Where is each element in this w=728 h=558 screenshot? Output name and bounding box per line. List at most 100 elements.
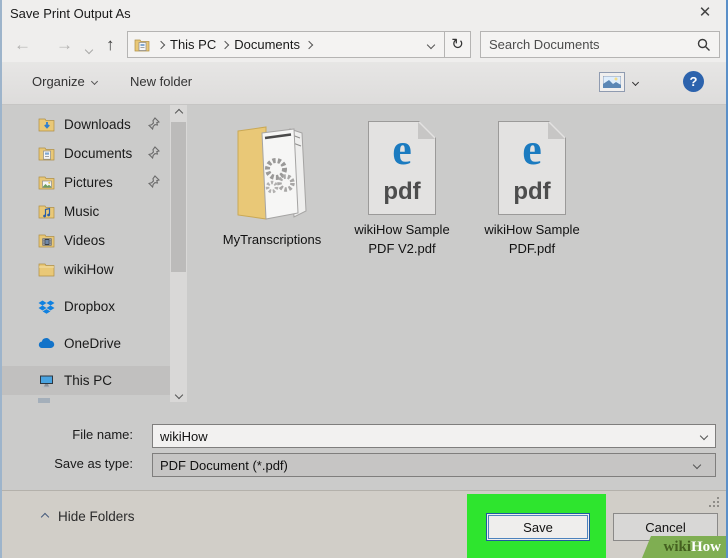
sidebar-item-label: OneDrive bbox=[64, 336, 121, 351]
file-name-line2: PDF.pdf bbox=[467, 240, 597, 259]
folder-videos-icon bbox=[38, 233, 55, 249]
save-dialog-window: Save Print Output As ✕ ← → ↑ This PC Doc… bbox=[0, 0, 728, 558]
breadcrumb-this-pc[interactable]: This PC bbox=[164, 37, 222, 52]
organize-chevron-icon bbox=[91, 78, 98, 85]
sidebar-item-music[interactable]: Music bbox=[2, 197, 170, 226]
folder-pictures-icon bbox=[38, 175, 55, 191]
save-as-type-value: PDF Document (*.pdf) bbox=[160, 458, 288, 473]
sidebar-item-documents[interactable]: Documents bbox=[2, 139, 170, 168]
hide-folders-label: Hide Folders bbox=[58, 509, 135, 524]
file-name: MyTranscriptions bbox=[207, 231, 337, 250]
sidebar-item-videos[interactable]: Videos bbox=[2, 226, 170, 255]
change-view-button[interactable] bbox=[599, 72, 638, 92]
pin-icon bbox=[148, 175, 160, 188]
organize-button[interactable]: Organize bbox=[32, 74, 97, 89]
file-name-input[interactable] bbox=[153, 429, 701, 444]
dropbox-icon bbox=[38, 299, 55, 315]
folder-download-icon bbox=[38, 117, 55, 133]
search-input[interactable] bbox=[481, 37, 697, 52]
file-name-line1: wikiHow Sample bbox=[337, 221, 467, 240]
pdf-file-icon: e pdf bbox=[368, 121, 436, 215]
sidebar-item-label: Music bbox=[64, 204, 99, 219]
navigation-bar: ← → ↑ This PC Documents ↻ bbox=[2, 28, 726, 62]
address-folder-icon bbox=[134, 38, 150, 52]
address-bar[interactable]: This PC Documents bbox=[127, 31, 445, 58]
sidebar-item-this-pc[interactable]: This PC bbox=[2, 366, 170, 395]
sidebar-item-label: This PC bbox=[64, 373, 112, 388]
breadcrumb-separator-icon bbox=[305, 40, 313, 48]
save-button[interactable]: Save bbox=[486, 513, 590, 541]
folder-plain-icon bbox=[38, 262, 55, 278]
sidebar-item-label: Downloads bbox=[64, 117, 131, 132]
file-name-dropdown-chevron-icon[interactable] bbox=[700, 432, 708, 440]
search-icon[interactable] bbox=[697, 38, 711, 52]
file-name-label: File name: bbox=[0, 427, 133, 442]
sidebar-item-partial bbox=[38, 398, 50, 403]
back-icon[interactable]: ← bbox=[14, 33, 31, 57]
file-name-line1: wikiHow Sample bbox=[467, 221, 597, 240]
pin-icon bbox=[148, 146, 160, 159]
chevron-up-icon bbox=[41, 512, 49, 520]
command-toolbar: Organize New folder ? bbox=[2, 62, 726, 105]
new-folder-button[interactable]: New folder bbox=[130, 74, 192, 89]
address-dropdown-chevron-icon[interactable] bbox=[427, 40, 435, 48]
sidebar-item-pictures[interactable]: Pictures bbox=[2, 168, 170, 197]
search-box bbox=[480, 31, 720, 58]
pdf-file-icon: e pdf bbox=[498, 121, 566, 215]
pdf-label: pdf bbox=[369, 178, 435, 206]
sidebar-item-label: wikiHow bbox=[64, 262, 114, 277]
dialog-title: Save Print Output As bbox=[10, 6, 131, 21]
watermark-wiki: wiki bbox=[663, 539, 691, 556]
refresh-button[interactable]: ↻ bbox=[445, 31, 471, 58]
new-folder-label: New folder bbox=[130, 74, 192, 89]
sidebar-scrollbar[interactable] bbox=[170, 105, 187, 402]
navigation-pane: Downloads Documents bbox=[2, 105, 170, 413]
recent-locations-chevron-icon[interactable] bbox=[86, 41, 92, 56]
file-list: MyTranscriptions e pdf wikiHow Sample PD… bbox=[187, 105, 726, 413]
save-as-type-label: Save as type: bbox=[0, 456, 133, 471]
file-tile-mytranscriptions[interactable]: MyTranscriptions bbox=[207, 121, 337, 250]
file-name-field bbox=[152, 424, 716, 448]
watermark-how: How bbox=[691, 539, 721, 556]
pdf-label: pdf bbox=[499, 178, 565, 206]
up-icon[interactable]: ↑ bbox=[106, 33, 115, 57]
open-folder-icon bbox=[228, 121, 316, 225]
thumbnail-view-icon bbox=[599, 72, 625, 92]
forward-icon[interactable]: → bbox=[56, 33, 73, 57]
sidebar-item-wikihow[interactable]: wikiHow bbox=[2, 255, 170, 284]
save-as-type-select[interactable]: PDF Document (*.pdf) bbox=[152, 453, 716, 477]
help-button[interactable]: ? bbox=[683, 71, 704, 92]
save-type-dropdown-chevron-icon bbox=[693, 461, 701, 469]
folder-music-icon bbox=[38, 204, 55, 220]
close-icon[interactable]: ✕ bbox=[692, 2, 718, 24]
sidebar-item-downloads[interactable]: Downloads bbox=[2, 110, 170, 139]
title-bar: Save Print Output As ✕ bbox=[2, 0, 726, 28]
onedrive-icon bbox=[38, 336, 55, 352]
wikihow-watermark: wikiHow bbox=[642, 536, 726, 558]
scroll-up-icon[interactable] bbox=[170, 105, 187, 120]
dialog-footer: Hide Folders Save Cancel bbox=[2, 490, 726, 558]
scroll-down-icon[interactable] bbox=[170, 387, 187, 402]
sidebar-item-label: Pictures bbox=[64, 175, 113, 190]
scrollbar-thumb[interactable] bbox=[171, 122, 186, 272]
file-fields-panel: File name: Save as type: PDF Document (*… bbox=[2, 413, 726, 490]
resize-grip[interactable] bbox=[709, 497, 719, 507]
hide-folders-button[interactable]: Hide Folders bbox=[42, 509, 135, 524]
this-pc-icon bbox=[38, 373, 55, 389]
file-tile-pdf-v2[interactable]: e pdf wikiHow Sample PDF V2.pdf bbox=[337, 121, 467, 259]
file-tile-pdf[interactable]: e pdf wikiHow Sample PDF.pdf bbox=[467, 121, 597, 259]
sidebar-item-label: Documents bbox=[64, 146, 132, 161]
edge-logo-icon: e bbox=[369, 124, 435, 175]
file-name-line2: PDF V2.pdf bbox=[337, 240, 467, 259]
sidebar-item-label: Dropbox bbox=[64, 299, 115, 314]
breadcrumb-documents[interactable]: Documents bbox=[228, 37, 306, 52]
dialog-content: Downloads Documents bbox=[2, 105, 726, 413]
edge-logo-icon: e bbox=[499, 124, 565, 175]
organize-label: Organize bbox=[32, 74, 85, 89]
sidebar-item-label: Videos bbox=[64, 233, 105, 248]
sidebar-item-dropbox[interactable]: Dropbox bbox=[2, 292, 170, 321]
sidebar-item-onedrive[interactable]: OneDrive bbox=[2, 329, 170, 358]
pin-icon bbox=[148, 117, 160, 130]
view-dropdown-chevron-icon bbox=[632, 78, 639, 85]
folder-documents-icon bbox=[38, 146, 55, 162]
